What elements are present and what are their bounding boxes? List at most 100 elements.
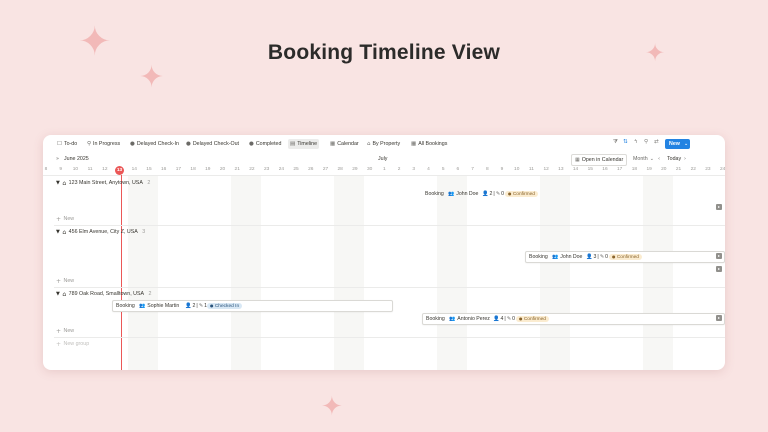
date-label: 27 [322, 167, 329, 172]
separator: | [493, 191, 495, 197]
group-divider [54, 287, 725, 288]
expand-icon[interactable]: ▸ [716, 204, 722, 210]
tab-delayed-check-in[interactable]: ● Delayed Check-In [128, 139, 181, 149]
new-row-label: New [63, 278, 75, 284]
view-mode-select[interactable]: Month ⌄ [633, 154, 654, 164]
date-label: 15 [587, 167, 593, 172]
new-row-label: New [63, 216, 75, 222]
chevron-down-icon: ⌄ [649, 156, 654, 162]
date-label: 7 [471, 167, 474, 172]
people-count: 3 [593, 254, 597, 260]
expand-icon[interactable]: ▸ [716, 266, 722, 272]
date-label: 5 [441, 167, 445, 172]
people-icon: 👥 [139, 302, 146, 309]
date-label: 21 [234, 167, 240, 172]
next-icon[interactable]: › [684, 154, 686, 164]
booking-card[interactable]: Booking 👥 John Doe 👤 2 | ✎ 0 ● Confirmed [422, 189, 542, 199]
booking-card[interactable]: Booking 👥 Antonio Perez 👤 4 | ✎ 0 ● Conf… [422, 313, 725, 325]
separator: | [597, 254, 599, 260]
sort-icon[interactable]: ⇅ [623, 139, 628, 145]
tab-to-do[interactable]: ☐ To-do [55, 139, 79, 149]
new-row-button[interactable]: + New [56, 215, 74, 223]
new-group-button[interactable]: + New group [56, 340, 89, 348]
calendar-icon: ▦ [330, 141, 336, 147]
plus-icon: + [56, 327, 62, 335]
group-count: 2 [148, 291, 152, 297]
booking-card[interactable]: Booking 👥 John Doe 👤 3 | ✎ 0 ● Confirmed [525, 251, 725, 263]
tab-in-progress[interactable]: ⚲ In Progress [85, 139, 122, 149]
info-icon: ● [186, 141, 191, 147]
today-button[interactable]: Today [667, 154, 681, 164]
triangle-down-icon[interactable]: ▼ [56, 291, 60, 297]
status-badge: ● Confirmed [609, 253, 642, 260]
tab-label: To-do [63, 141, 78, 147]
view-mode-label: Month [633, 156, 648, 162]
open-in-calendar-label: Open in Calendar [581, 157, 624, 163]
sync-icon[interactable]: ⇄ [654, 139, 659, 145]
group-count: 3 [142, 229, 146, 235]
child-icon: ✎ [599, 254, 605, 260]
new-button[interactable]: New ⌄ [665, 139, 690, 149]
guest-tag: 👥 John Doe [448, 191, 478, 197]
tab-calendar[interactable]: ▦ Calendar [328, 139, 361, 149]
triangle-down-icon[interactable]: ▼ [56, 180, 60, 186]
date-label: 24 [278, 167, 285, 172]
date-label: 10 [72, 167, 79, 172]
group-header[interactable]: ▼ ⌂ 123 Main Street, Anytown, USA 2 [56, 178, 150, 188]
status-label: Checked In [214, 303, 240, 309]
new-row-button[interactable]: + New [56, 327, 74, 335]
person-icon: 👤 [586, 254, 593, 260]
home-icon: ⌂ [62, 290, 67, 298]
child-icon: ✎ [198, 303, 204, 309]
expand-icon[interactable]: ▸ [716, 315, 722, 321]
filter-icon[interactable]: ⧩ [613, 139, 618, 146]
tab-completed[interactable]: ● Completed [247, 139, 283, 149]
automation-icon[interactable]: ϟ [634, 139, 638, 145]
person-icon: 👤 [482, 191, 489, 197]
people-icon: 👥 [449, 315, 456, 322]
weekend-column [540, 176, 570, 370]
tab-by-property[interactable]: ⌂ By Property [365, 139, 402, 149]
booking-card[interactable]: Booking 👥 Sophie Martin 👤 2 | ✎ 1 ● Chec… [112, 300, 393, 312]
status-badge: ● Confirmed [516, 315, 549, 322]
separator: | [196, 303, 198, 309]
children-count: 0 [512, 316, 515, 322]
people-icon: 👥 [448, 190, 455, 197]
guest-name: Antonio Perez [457, 315, 490, 322]
date-label: 16 [602, 167, 608, 172]
tab-timeline[interactable]: ▤ Timeline [288, 139, 320, 149]
expand-icon[interactable]: ▸ [716, 253, 722, 259]
new-row-label: New [63, 328, 75, 334]
home-icon: ⌂ [62, 179, 67, 187]
search-icon[interactable]: ⚲ [644, 139, 648, 145]
group-header[interactable]: ▼ ⌂ 456 Elm Avenue, City Z, USA 3 [56, 227, 145, 237]
date-row: 8 9 10 11 12 13 14 15 16 17 18 19 20 21 22 23 24 25 26 27 28… [43, 165, 725, 176]
group-header[interactable]: ▼ ⌂ 789 Oak Road, Smalltown, USA 2 [56, 289, 152, 299]
guest-name: John Doe [560, 253, 583, 260]
timeline-window: ☐ To-do ⚲ In Progress ● Delayed Check-In… [43, 135, 725, 370]
date-label: 10 [514, 167, 520, 172]
date-label: 22 [249, 167, 255, 172]
date-label: 24 [719, 167, 725, 172]
date-label: 4 [427, 167, 430, 172]
previous-icon[interactable]: ‹ [658, 154, 660, 164]
date-label: 30 [366, 167, 373, 172]
guest-tag: 👥 John Doe [552, 254, 582, 260]
status-label: Confirmed [523, 316, 546, 322]
guest-counts: 👤 4 | ✎ 0 [493, 316, 515, 322]
guest-tag: 👥 Antonio Perez [449, 316, 490, 322]
tab-all-bookings[interactable]: ▦ All Bookings [409, 139, 449, 149]
tab-delayed-check-out[interactable]: ● Delayed Check-Out [184, 139, 241, 149]
collapse-icon[interactable]: » [56, 154, 59, 164]
weekend-column [128, 176, 158, 370]
triangle-down-icon[interactable]: ▼ [56, 229, 60, 235]
tab-label: Delayed Check-In [136, 141, 179, 147]
new-row-button[interactable]: + New [56, 277, 74, 285]
chevron-down-icon[interactable]: ⌄ [684, 141, 688, 147]
child-icon: ✎ [495, 191, 501, 197]
weekend-column [437, 176, 467, 370]
status-label: Confirmed [616, 254, 639, 260]
month-label: June 2025 [64, 156, 89, 162]
date-label: 25 [293, 167, 299, 172]
status-badge: ● Confirmed [505, 190, 538, 197]
